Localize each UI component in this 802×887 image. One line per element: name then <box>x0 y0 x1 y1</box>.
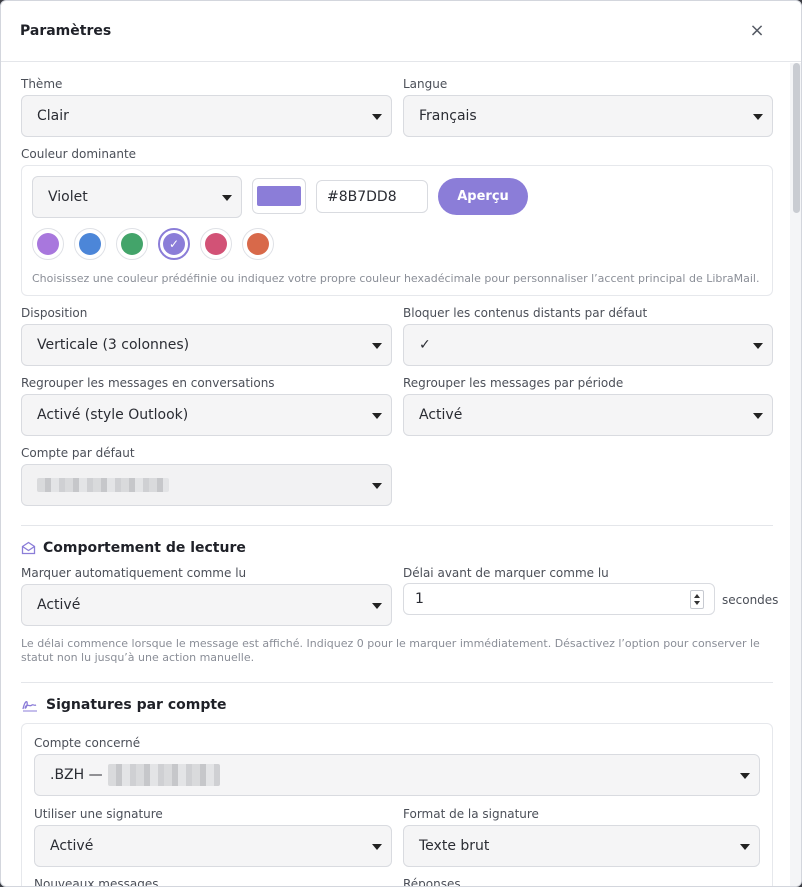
auto-mark-value: Activé <box>37 597 81 613</box>
envelope-open-icon <box>21 541 36 555</box>
group-period-label: Regrouper les messages par période <box>403 376 624 390</box>
delay-label: Délai avant de marquer comme lu <box>403 566 609 580</box>
color-picker-fill <box>257 186 301 206</box>
swatch-violet[interactable]: ✓ <box>158 228 190 260</box>
sig-format-value: Texte brut <box>419 838 490 854</box>
accent-preset-select[interactable]: Violet <box>32 176 242 218</box>
sig-format-select[interactable]: Texte brut <box>403 825 760 867</box>
sig-replies-label: Réponses <box>403 877 461 887</box>
settings-content: Thème Clair Langue Français Couleur domi… <box>1 63 791 887</box>
swatch-color: ✓ <box>163 233 185 255</box>
swatch-color <box>37 233 59 255</box>
swatch-color <box>79 233 101 255</box>
swatch-vert[interactable] <box>116 228 148 260</box>
section-divider <box>21 682 773 683</box>
sig-use-select[interactable]: Activé <box>34 825 392 867</box>
delay-input[interactable]: 1 <box>403 583 715 615</box>
sig-account-select[interactable]: .BZH — <box>34 754 760 796</box>
group-conversations-value: Activé (style Outlook) <box>37 407 189 423</box>
swatch-color <box>247 233 269 255</box>
close-icon[interactable]: × <box>745 20 769 44</box>
language-label: Langue <box>403 77 448 91</box>
chevron-down-icon <box>753 413 763 419</box>
chevron-down-icon <box>740 773 750 779</box>
chevron-down-icon <box>372 603 382 609</box>
block-remote-value: ✓ <box>419 337 431 353</box>
reading-section-title: Comportement de lecture <box>21 540 246 556</box>
redacted-account <box>37 478 169 492</box>
chevron-down-icon <box>753 343 763 349</box>
theme-label: Thème <box>21 77 63 91</box>
check-icon: ✓ <box>168 237 180 251</box>
chevron-down-icon <box>372 483 382 489</box>
chevron-down-icon <box>372 844 382 850</box>
language-value: Français <box>419 108 477 124</box>
sig-use-label: Utiliser une signature <box>34 807 163 821</box>
default-account-select[interactable] <box>21 464 392 506</box>
swatch-bleu[interactable] <box>74 228 106 260</box>
delay-stepper[interactable] <box>690 590 704 609</box>
sig-format-label: Format de la signature <box>403 807 539 821</box>
block-remote-select[interactable]: ✓ <box>403 324 773 366</box>
chevron-down-icon <box>372 114 382 120</box>
auto-mark-select[interactable]: Activé <box>21 584 392 626</box>
signatures-section-title: Signatures par compte <box>21 697 227 713</box>
sig-account-label: Compte concerné <box>34 736 141 750</box>
redacted-account <box>107 764 220 786</box>
layout-value: Verticale (3 colonnes) <box>37 337 190 353</box>
language-select[interactable]: Français <box>403 95 773 137</box>
signatures-title-text: Signatures par compte <box>46 697 227 713</box>
delay-value: 1 <box>415 591 424 607</box>
accent-label: Couleur dominante <box>21 147 137 161</box>
section-divider <box>21 525 773 526</box>
group-period-value: Activé <box>419 407 463 423</box>
layout-select[interactable]: Verticale (3 colonnes) <box>21 324 392 366</box>
scrollbar[interactable] <box>790 63 801 886</box>
chevron-down-icon <box>222 195 232 201</box>
sig-new-label: Nouveaux messages <box>34 877 159 887</box>
layout-label: Disposition <box>21 306 88 320</box>
dialog-header: Paramètres <box>1 1 801 62</box>
group-conversations-select[interactable]: Activé (style Outlook) <box>21 394 392 436</box>
chevron-down-icon <box>753 114 763 120</box>
accent-preset-value: Violet <box>48 189 88 205</box>
group-conversations-label: Regrouper les messages en conversations <box>21 376 275 390</box>
reading-title-text: Comportement de lecture <box>43 540 246 556</box>
theme-select[interactable]: Clair <box>21 95 392 137</box>
accent-help: Choisissez une couleur prédéfinie ou ind… <box>32 272 760 285</box>
swatch-color <box>205 233 227 255</box>
theme-value: Clair <box>37 108 69 124</box>
reading-help: Le délai commence lorsque le message est… <box>21 637 760 664</box>
sig-account-value: .BZH — <box>50 767 103 783</box>
delay-unit: secondes <box>722 593 779 607</box>
dialog-title: Paramètres <box>20 23 112 39</box>
swatch-rose[interactable] <box>200 228 232 260</box>
preview-button[interactable]: Aperçu <box>438 178 528 215</box>
chevron-down-icon <box>372 413 382 419</box>
sig-use-value: Activé <box>50 838 94 854</box>
auto-mark-label: Marquer automatiquement comme lu <box>21 566 247 580</box>
scrollbar-thumb[interactable] <box>793 63 800 213</box>
settings-dialog: Paramètres × Thème Clair Langue Français… <box>0 0 802 887</box>
swatch-orange[interactable] <box>242 228 274 260</box>
color-picker[interactable] <box>252 178 306 214</box>
swatch-violet-clair[interactable] <box>32 228 64 260</box>
signature-icon <box>22 701 37 712</box>
block-remote-label: Bloquer les contenus distants par défaut <box>403 306 648 320</box>
group-period-select[interactable]: Activé <box>403 394 773 436</box>
default-account-label: Compte par défaut <box>21 446 135 460</box>
swatch-color <box>121 233 143 255</box>
chevron-down-icon <box>740 844 750 850</box>
chevron-down-icon <box>372 343 382 349</box>
hex-input[interactable]: #8B7DD8 <box>316 180 428 213</box>
